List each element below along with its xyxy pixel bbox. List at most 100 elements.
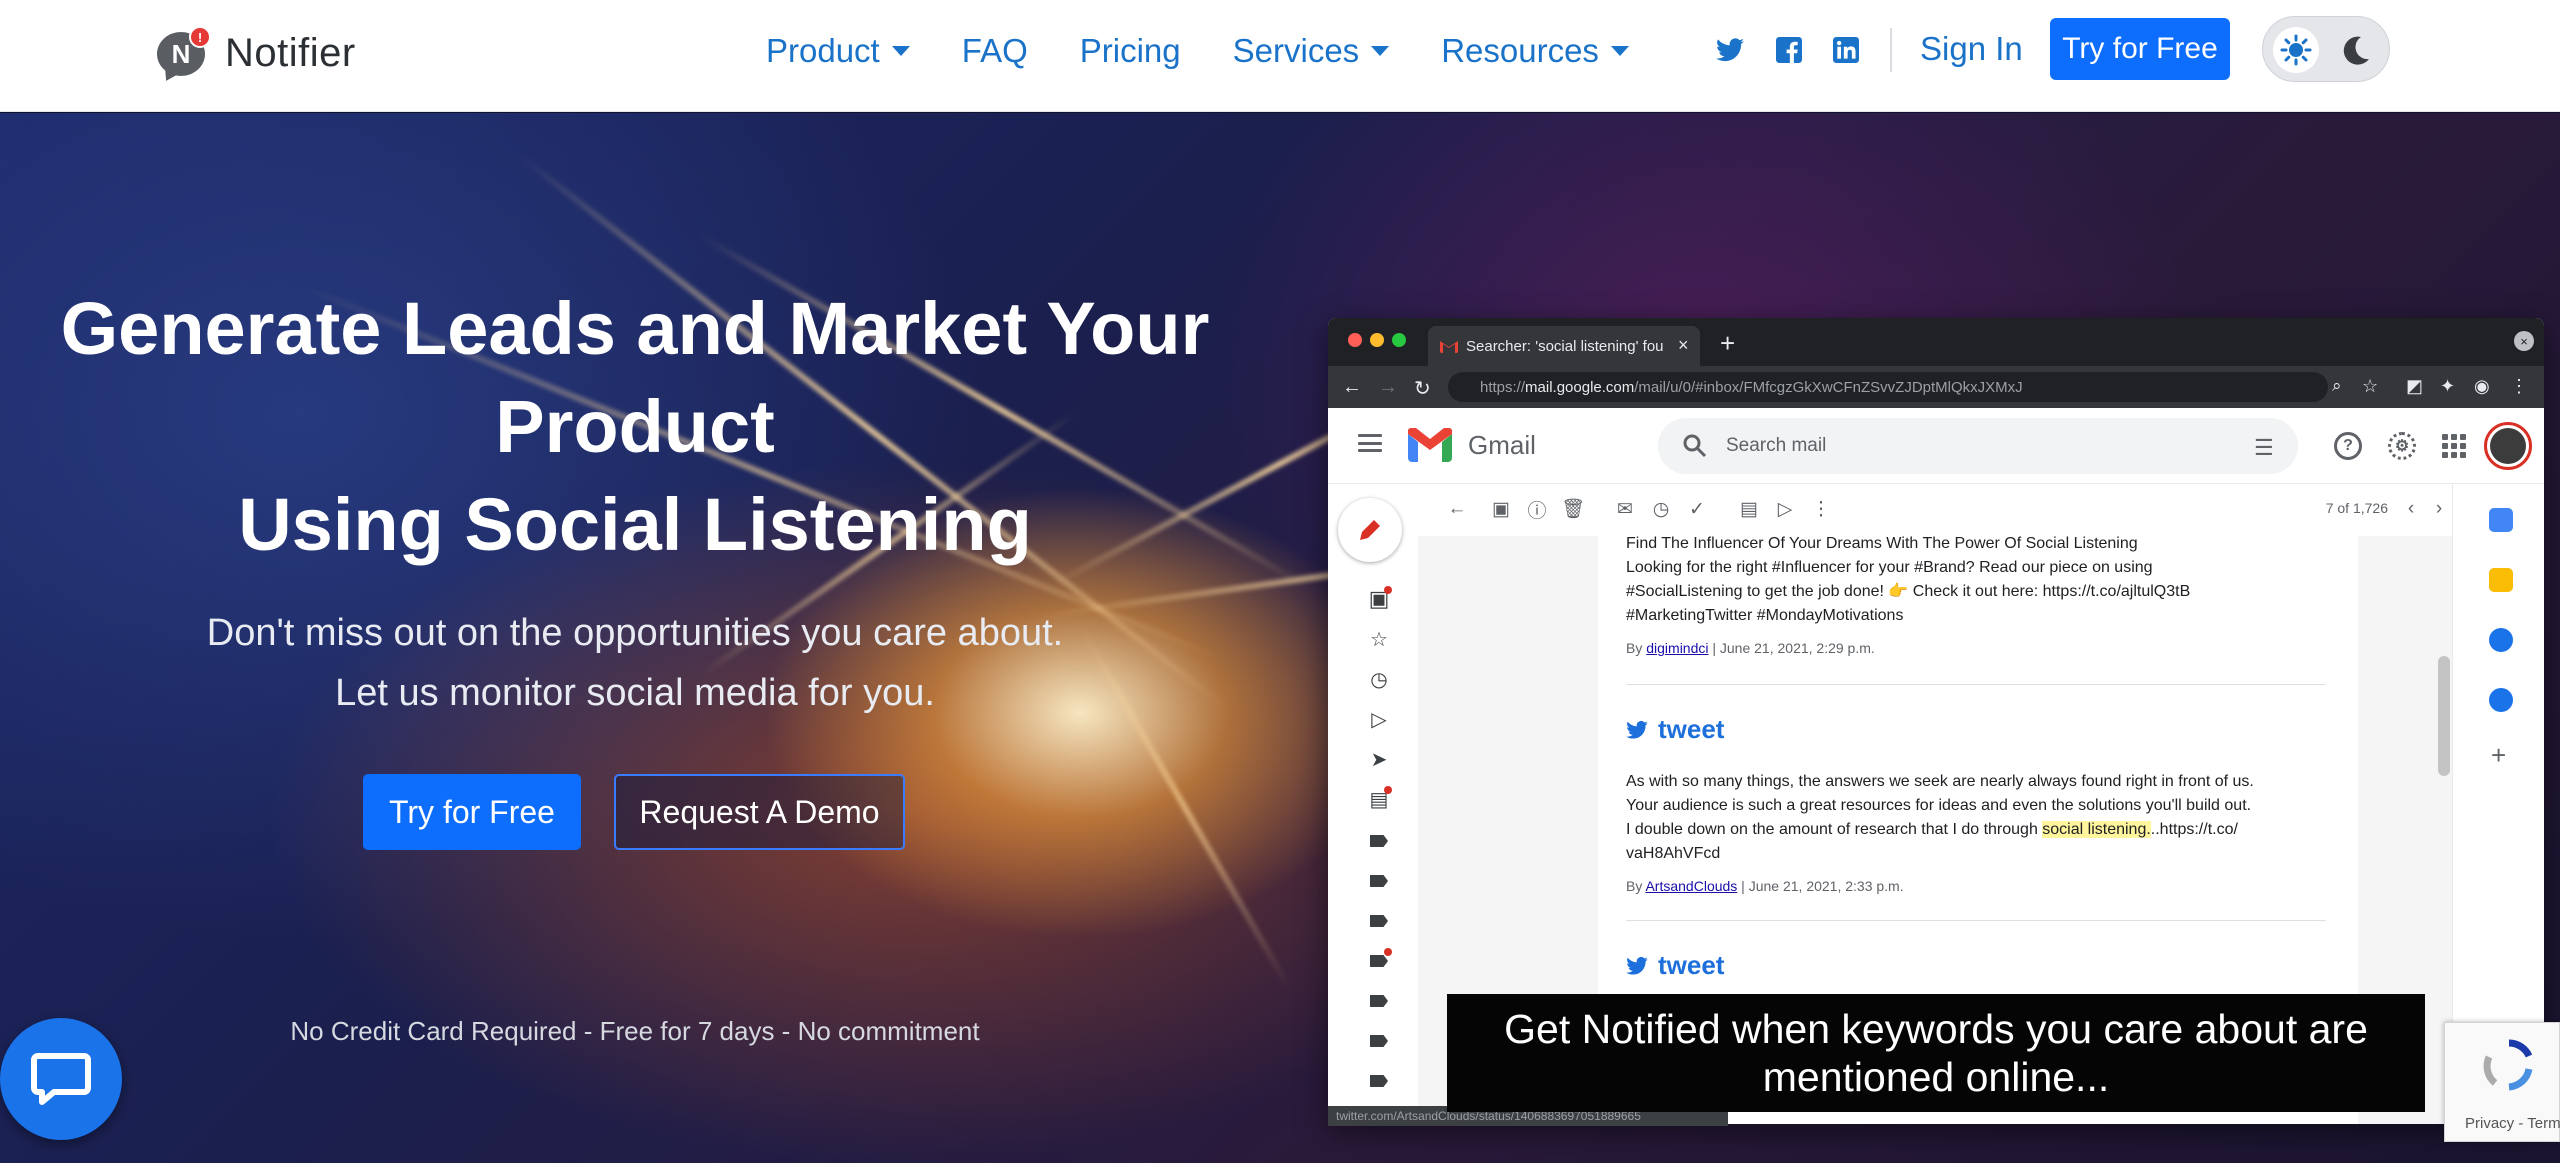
snoozed-clock-icon: ◷	[1370, 668, 1388, 691]
gmail-wordmark: Gmail	[1468, 430, 1536, 460]
no-credit-card-note: No Credit Card Required - Free for 7 day…	[290, 1016, 980, 1046]
email-1-body-1: Looking for the right #Influencer for yo…	[1626, 559, 2153, 576]
address-bar: ← → ↻ https://mail.google.com/mail/u/0/#…	[1328, 366, 2544, 408]
twitter-bird-icon	[1626, 720, 1648, 739]
email-1-byline: By digimindci | June 21, 2021, 2:29 p.m.	[1626, 640, 1875, 656]
label-icon	[1368, 830, 1390, 852]
more-icon: ⋮	[1811, 498, 1831, 520]
twitter-bird-icon	[1626, 956, 1648, 975]
caret-down-icon	[891, 46, 910, 56]
nav-pricing[interactable]: Pricing	[1080, 32, 1181, 70]
headline-line-1: Generate Leads and Market Your	[60, 287, 1210, 370]
profile-icon: ◉	[2474, 376, 2490, 396]
forward-arrow-icon: →	[1378, 376, 1398, 398]
delete-icon: 🗑	[1560, 499, 1586, 520]
apps-grid-icon	[2442, 434, 2466, 458]
caret-down-icon	[1610, 46, 1629, 56]
recaptcha-badge[interactable]: Privacy - Terms	[2444, 1022, 2560, 1142]
sent-icon: ➤	[1370, 748, 1388, 771]
mail-scrollbar	[2438, 656, 2450, 776]
hero-headline: Generate Leads and Market Your Product U…	[20, 280, 1250, 574]
caret-down-icon	[1371, 46, 1390, 56]
label-icon	[1368, 990, 1390, 1012]
move-to-icon: ▤	[1740, 498, 1758, 520]
settings-gear-icon: ⚙	[2388, 432, 2416, 460]
theme-toggle[interactable]	[2262, 16, 2390, 82]
search-placeholder: Search mail	[1726, 435, 1827, 456]
logo-text: Notifier	[225, 30, 356, 75]
twitter-icon[interactable]	[1716, 36, 1744, 64]
headline-line-2: Product	[495, 385, 775, 468]
gmail-search: Search mail ☰	[1658, 418, 2298, 474]
logo-badge: !	[189, 26, 211, 48]
email-2-byline: By ArtsandClouds | June 21, 2021, 2:33 p…	[1626, 878, 1904, 894]
label-icon	[1368, 870, 1390, 892]
nav-services-label: Services	[1232, 32, 1360, 69]
newer-chevron-icon: ‹	[2407, 498, 2415, 519]
nav-resources[interactable]: Resources	[1441, 32, 1629, 70]
pager-count: 7 of 1,726	[2325, 500, 2388, 516]
email-1-body-2: #SocialListening to get the job done! 👉 …	[1626, 580, 2326, 604]
subline-1: Don't miss out on the opportunities you …	[206, 612, 1064, 654]
label-icon	[1368, 1070, 1390, 1092]
chat-widget-button[interactable]	[0, 1018, 122, 1140]
add-addon-icon: +	[2491, 740, 2507, 770]
browser-tab: Searcher: 'social listening' fou	[1428, 326, 1700, 366]
mark-unread-icon: ✉	[1617, 498, 1633, 520]
sign-in-link[interactable]: Sign In	[1920, 30, 2023, 68]
gmail-favicon-icon	[1440, 341, 1458, 353]
email-2-author-link: ArtsandClouds	[1645, 878, 1738, 894]
email-1-author-link: digimindci	[1646, 640, 1709, 656]
zoom-icon: ⌕	[2332, 376, 2342, 395]
add-task-icon: ✓	[1689, 498, 1705, 520]
chat-bubble-icon	[31, 1053, 91, 1105]
email-2-heading: tweet	[1626, 714, 1724, 745]
email-2-line-1: As with so many things, the answers we s…	[1626, 773, 2254, 790]
maximize-window-dot	[1392, 333, 1406, 347]
nav-faq[interactable]: FAQ	[962, 32, 1028, 70]
recaptcha-privacy-terms[interactable]: Privacy - Terms	[2465, 1115, 2560, 1132]
nav-pricing-label: Pricing	[1079, 32, 1181, 69]
hero-subheadline: Don't miss out on the opportunities you …	[20, 603, 1250, 723]
nav-resources-label: Resources	[1441, 32, 1599, 69]
email-2-line-4: vaH8AhVFcd	[1626, 845, 1721, 862]
nav-product-label: Product	[766, 32, 880, 69]
email-1-body-2a: #SocialListening to get the job done!	[1626, 583, 1884, 600]
back-arrow-icon: ←	[1447, 498, 1467, 519]
important-icon: ▷	[1371, 708, 1387, 731]
nav-product[interactable]: Product	[766, 32, 910, 70]
video-caption: Get Notified when keywords you care abou…	[1447, 994, 2425, 1112]
facebook-icon[interactable]	[1775, 36, 1803, 64]
report-spam-icon: ⓘ	[1527, 500, 1547, 522]
labels-icon: ▷	[1777, 498, 1793, 520]
tab-title: Searcher: 'social listening' fou	[1466, 337, 1664, 355]
main-nav: Product FAQ Pricing Services Resources	[766, 26, 1681, 76]
gmail-header: Gmail Search mail ☰ ? ⚙	[1328, 408, 2544, 484]
linkedin-icon[interactable]	[1832, 36, 1860, 64]
bookmark-star-icon: ☆	[2362, 376, 2379, 396]
email-1-body-3: #MarketingTwitter #MondayMotivations	[1626, 607, 1904, 624]
nav-services[interactable]: Services	[1233, 32, 1390, 70]
keep-icon	[2489, 568, 2513, 592]
starred-icon: ☆	[1370, 628, 1388, 651]
older-chevron-icon: ›	[2435, 498, 2443, 519]
gmail-logo-icon	[1408, 428, 1452, 462]
avatar	[2484, 422, 2532, 470]
request-demo-button[interactable]: Request A Demo	[614, 774, 905, 850]
mail-toolbar: ← ▣ ⓘ 🗑 ✉ ◷ ✓ ▤ ▷ ⋮ 7 of 1,726 ‹ ›	[1418, 484, 2452, 536]
url-host: mail.google.com	[1525, 378, 1635, 396]
contacts-icon	[2489, 688, 2513, 712]
email-2-line-2: Your audience is such a great resources …	[1626, 797, 2252, 814]
new-tab-icon: +	[1720, 328, 1736, 358]
tab-close-icon: ×	[1678, 335, 1689, 355]
search-icon	[1683, 434, 1707, 458]
logo[interactable]: N ! Notifier	[155, 22, 356, 86]
try-for-free-nav-button[interactable]: Try for Free	[2050, 18, 2230, 80]
sun-icon[interactable]	[2273, 27, 2319, 73]
moon-icon[interactable]	[2335, 29, 2377, 71]
label-icon	[1368, 910, 1390, 932]
email-3-heading: tweet	[1626, 950, 1724, 981]
try-for-free-button[interactable]: Try for Free	[363, 774, 581, 850]
help-icon: ?	[2334, 432, 2362, 460]
puzzle-icon: ✦	[2440, 376, 2456, 396]
